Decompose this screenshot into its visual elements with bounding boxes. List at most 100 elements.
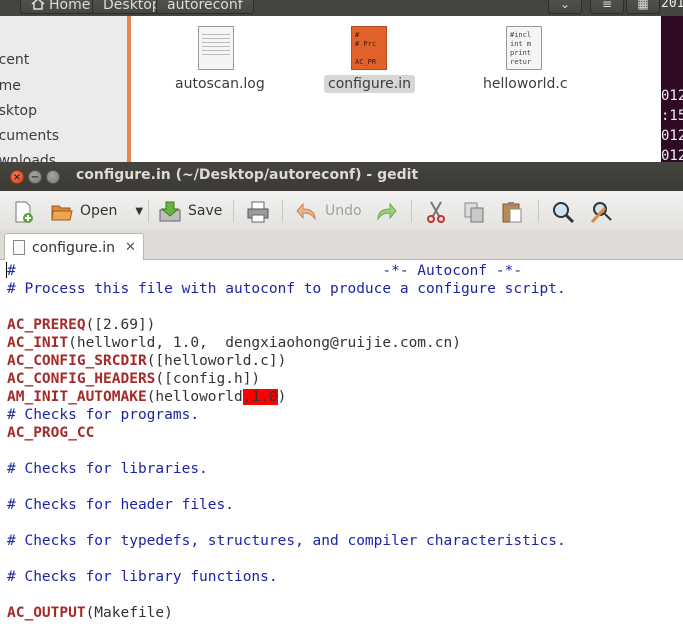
find-replace-button[interactable] (589, 198, 619, 224)
file-manager-sidebar: s ecent ome esktop ocuments ownloads (0, 16, 127, 165)
text-token: (helloworld (146, 389, 243, 405)
code-line[interactable]: # Checks for libraries. (7, 460, 208, 478)
breadcrumb-home[interactable]: Home (20, 0, 102, 14)
code-line[interactable]: AM_INIT_AUTOMAKE(helloworld,1.0) (7, 388, 286, 406)
sidebar-item-documents[interactable]: ocuments (0, 128, 59, 144)
code-line[interactable]: # Checks for header files. (7, 496, 234, 514)
code-line[interactable]: AC_OUTPUT(Makefile) (7, 604, 173, 622)
macro-token: AM_INIT_AUTOMAKE (7, 389, 147, 405)
sidebar-item-home[interactable]: ome (0, 78, 21, 94)
toolbar-separator (538, 200, 539, 222)
file-name: autoscan.log (175, 76, 265, 92)
close-window-button[interactable]: × (10, 170, 24, 184)
terminal-window-edge: 012 :15 012 012 (661, 16, 683, 165)
save-button[interactable]: Save (158, 198, 222, 224)
autoconf-file-icon: # # Prc AC_PR (351, 26, 387, 70)
undo-button[interactable]: Undo (295, 198, 362, 224)
code-line[interactable]: # Process this file with autoconf to pro… (7, 280, 566, 298)
cut-button[interactable] (424, 198, 454, 224)
tab-bar: configure.in ✕ (0, 230, 683, 261)
comment-token: # Checks for libraries. (7, 461, 208, 477)
terminal-text: :15 (661, 108, 683, 124)
file-name: helloworld.c (483, 76, 568, 92)
code-line[interactable]: AC_CONFIG_SRCDIR([helloworld.c]) (7, 352, 286, 370)
file-manager-toolbar: Home Desktop autoreconf ⌄ ≡ ▦ 201 (0, 0, 683, 16)
macro-token: AC_INIT (7, 335, 69, 351)
comment-token: # (7, 263, 16, 279)
sidebar-item-desktop[interactable]: esktop (0, 103, 37, 119)
file-item-configure[interactable]: # # Prc AC_PR configure.in (324, 26, 415, 93)
list-view-button[interactable]: ≡ (590, 0, 624, 14)
code-line[interactable]: AC_INIT(hellworld, 1.0, dengxiaohong@rui… (7, 334, 461, 352)
terminal-fragment: 201 (661, 0, 683, 11)
code-line[interactable]: # Checks for library functions. (7, 568, 278, 586)
minimize-icon: − (30, 172, 40, 183)
menu-icon: ≡ (601, 0, 613, 11)
breadcrumb-desktop-label: Desktop (103, 0, 161, 13)
code-line[interactable]: AC_PROG_CC (7, 424, 94, 442)
code-line[interactable]: # Checks for typedefs, structures, and c… (7, 532, 566, 550)
document-icon (13, 240, 25, 255)
redo-arrow-icon (374, 200, 398, 222)
file-name: configure.in (324, 75, 415, 93)
search-icon (551, 200, 575, 224)
terminal-text: 012 (661, 128, 683, 144)
comment-token: # Process this file with autoconf to pro… (7, 281, 566, 297)
file-manager-window: Home Desktop autoreconf ⌄ ≡ ▦ 201 s ecen… (0, 0, 683, 165)
close-tab-icon[interactable]: ✕ (125, 240, 136, 255)
tab-label: configure.in (32, 239, 115, 256)
sidebar-item-recent[interactable]: ecent (0, 52, 29, 68)
comment-token: -*- Autoconf -*- (15, 263, 523, 279)
open-button[interactable]: Open ▼ (50, 198, 143, 224)
copy-icon (462, 200, 486, 223)
chevron-down-icon[interactable]: ▼ (135, 206, 143, 217)
paste-button[interactable] (500, 198, 530, 224)
toolbar-separator (411, 200, 412, 222)
code-line[interactable]: AC_PREREQ([2.69]) (7, 316, 155, 334)
find-button[interactable] (551, 198, 581, 224)
clipboard-icon (500, 200, 524, 223)
close-icon: × (12, 172, 22, 183)
title-bar[interactable]: × − configure.in (~/Desktop/autoreconf) … (0, 162, 683, 191)
comment-token: # Checks for programs. (7, 407, 200, 423)
printer-icon (246, 200, 270, 223)
comment-token: # Checks for typedefs, structures, and c… (7, 533, 566, 549)
c-source-file-icon: #incl int m print retur (506, 26, 542, 70)
text-token: ([2.69]) (85, 317, 156, 333)
print-button[interactable] (246, 198, 276, 224)
chevron-down-icon: ⌄ (559, 0, 571, 11)
maximize-window-button[interactable] (46, 170, 60, 184)
text-token: (Makefile) (85, 605, 173, 621)
grid-view-button[interactable]: ▦ (626, 0, 660, 14)
view-options-button[interactable]: ⌄ (548, 0, 582, 14)
new-document-icon (12, 200, 36, 223)
code-line[interactable]: # Checks for programs. (7, 406, 199, 424)
code-line[interactable]: # -*- Autoconf -*- (7, 262, 522, 280)
minimize-window-button[interactable]: − (28, 170, 42, 184)
breadcrumb-autoreconf[interactable]: autoreconf (156, 0, 254, 14)
save-icon (158, 200, 182, 222)
macro-token: AC_CONFIG_HEADERS (7, 371, 156, 387)
code-line[interactable]: AC_CONFIG_HEADERS([config.h]) (7, 370, 260, 388)
macro-token: AC_CONFIG_SRCDIR (7, 353, 147, 369)
copy-button[interactable] (462, 198, 492, 224)
comment-token: # Checks for header files. (7, 497, 234, 513)
text-editor[interactable]: # -*- Autoconf -*- # Process this file wi… (0, 260, 683, 638)
text-token: ) (277, 389, 287, 405)
macro-token: AC_OUTPUT (7, 605, 86, 621)
tab-configure-in[interactable]: configure.in ✕ (4, 233, 144, 261)
toolbar-separator (233, 200, 234, 222)
terminal-text: 012 (661, 88, 683, 104)
new-document-button[interactable] (12, 198, 42, 224)
text-token: ([config.h]) (155, 371, 261, 387)
window-title: configure.in (~/Desktop/autoreconf) - ge… (76, 167, 419, 183)
file-item-autoscan[interactable]: autoscan.log (171, 26, 265, 93)
file-view: autoscan.log # # Prc AC_PR configure.in … (131, 16, 661, 165)
toolbar-separator (148, 200, 149, 222)
macro-token: AC_PROG_CC (7, 425, 95, 441)
redo-button[interactable] (374, 198, 404, 224)
macro-token: AC_PREREQ (7, 317, 86, 333)
file-item-helloworld[interactable]: #incl int m print retur helloworld.c (479, 26, 569, 93)
gedit-window: × − configure.in (~/Desktop/autoreconf) … (0, 162, 683, 638)
text-file-icon (198, 26, 234, 70)
